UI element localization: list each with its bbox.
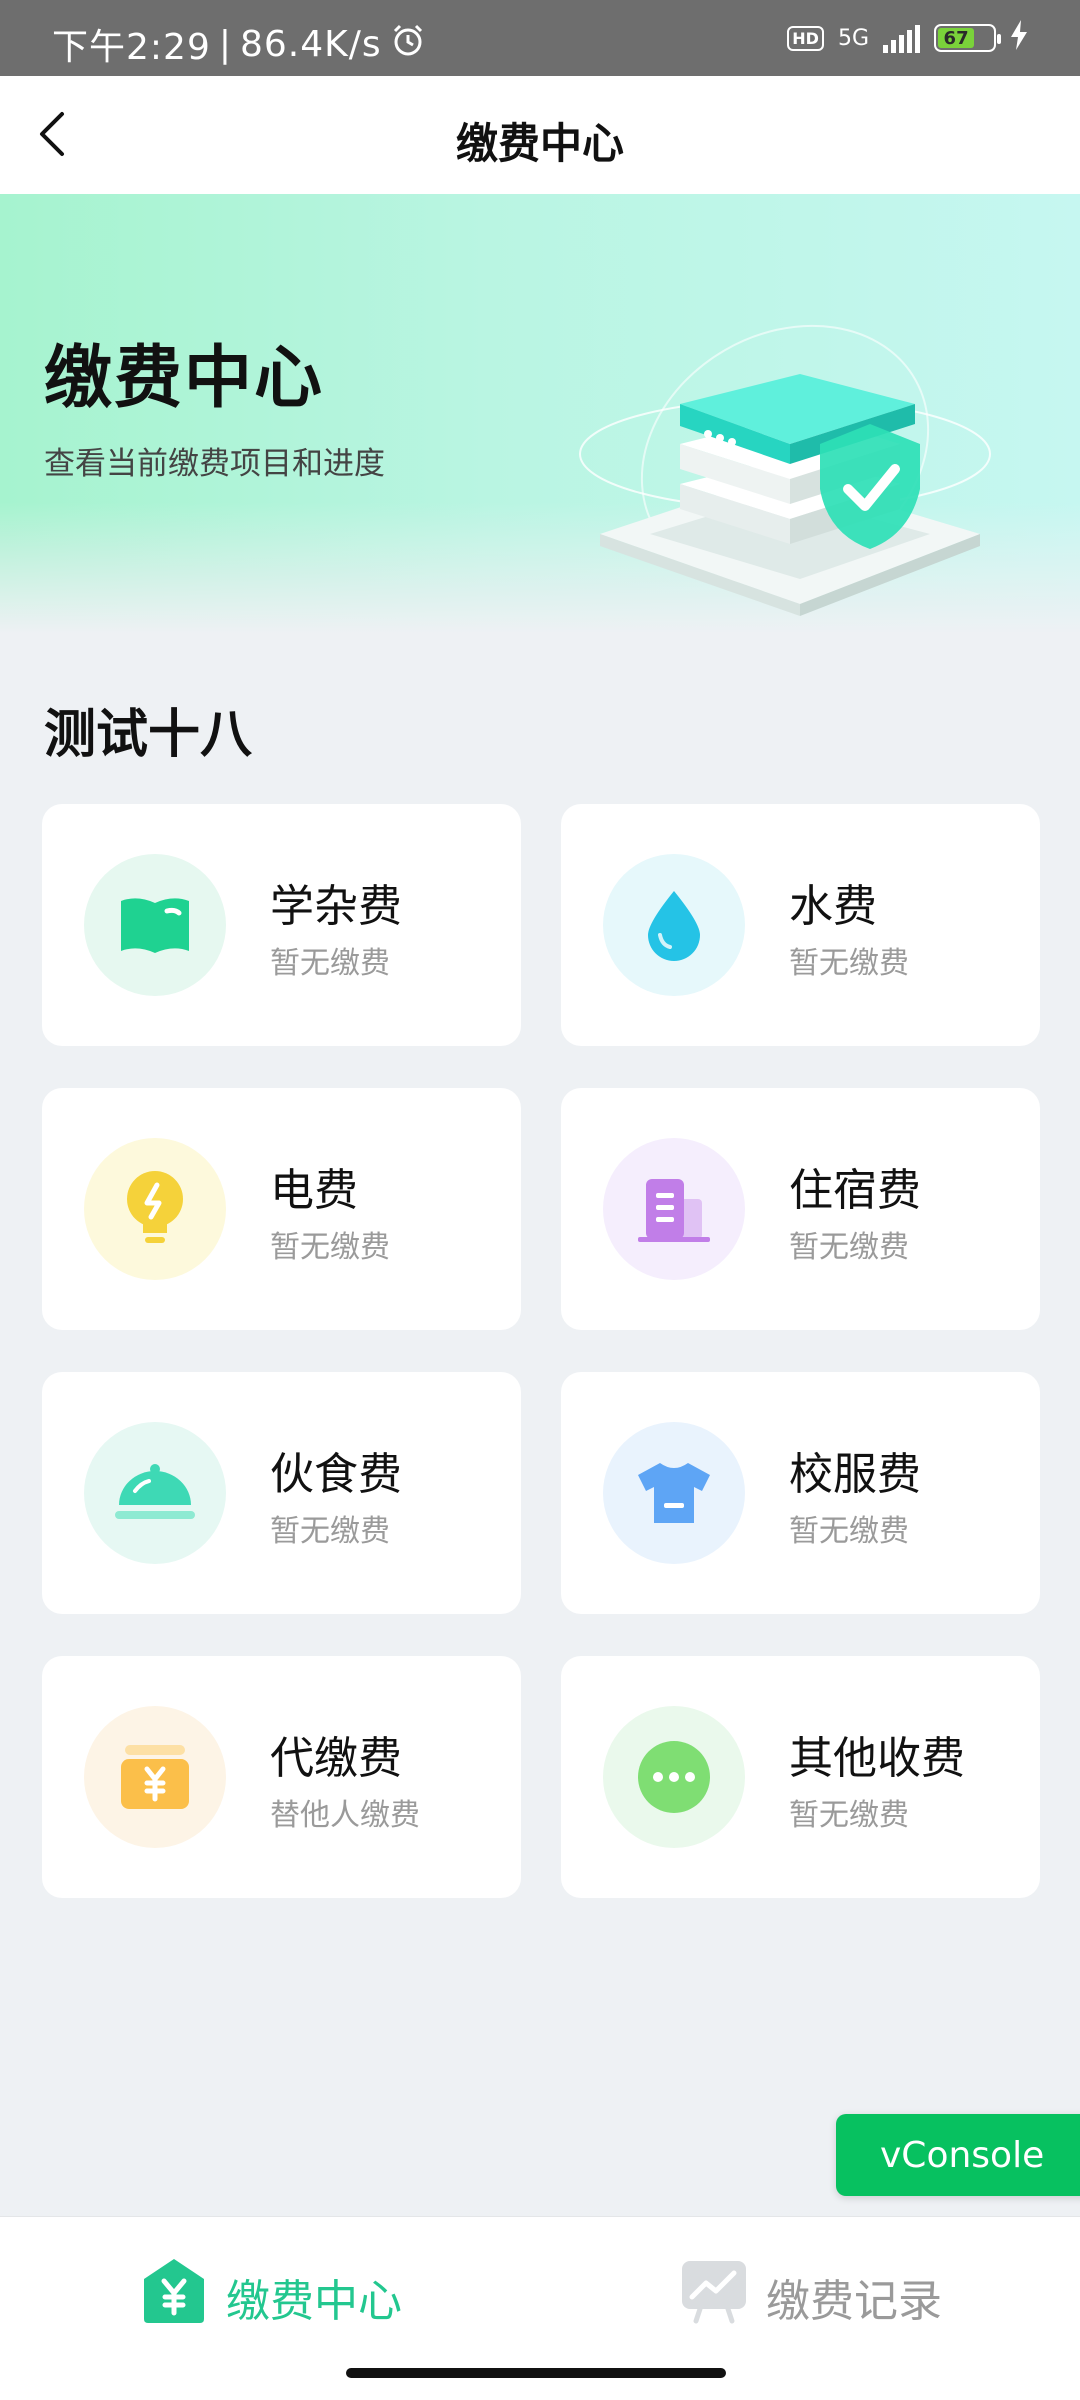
home-indicator[interactable] xyxy=(346,2368,726,2378)
network-type: 5G xyxy=(837,25,869,51)
fee-status: 暂无缴费 xyxy=(789,1798,909,1833)
fee-status: 暂无缴费 xyxy=(789,1230,909,1265)
yen-home-icon xyxy=(140,2257,208,2336)
food-cloche-icon xyxy=(84,1422,226,1564)
tab-payment-center[interactable]: 缴费中心 xyxy=(140,2257,402,2336)
charging-icon xyxy=(1010,20,1028,56)
fee-name: 校服费 xyxy=(789,1449,921,1500)
status-divider: | xyxy=(218,23,232,65)
alarm-icon xyxy=(390,22,426,67)
fee-card-uniform[interactable]: 校服费 暂无缴费 xyxy=(561,1372,1040,1614)
lightbulb-icon xyxy=(84,1138,226,1280)
fee-card-electricity[interactable]: 电费 暂无缴费 xyxy=(42,1088,521,1330)
vconsole-button[interactable]: vConsole xyxy=(836,2114,1080,2196)
tab-label: 缴费中心 xyxy=(226,2275,402,2327)
battery-level: 67 xyxy=(938,28,975,49)
book-icon xyxy=(84,854,226,996)
fee-card-proxy-payment[interactable]: 代缴费 替他人缴费 xyxy=(42,1656,521,1898)
hd-badge: HD xyxy=(787,25,824,51)
battery-icon: 67 xyxy=(934,24,1001,52)
fee-name: 电费 xyxy=(270,1165,358,1216)
tab-payment-records[interactable]: 缴费记录 xyxy=(680,2257,942,2336)
fee-status: 暂无缴费 xyxy=(270,946,390,981)
status-time: 下午2:29 xyxy=(52,27,211,68)
fee-status: 暂无缴费 xyxy=(270,1514,390,1549)
fee-card-water[interactable]: 水费 暂无缴费 xyxy=(561,804,1040,1046)
tab-label: 缴费记录 xyxy=(766,2275,942,2327)
fee-card-dormitory[interactable]: 住宿费 暂无缴费 xyxy=(561,1088,1040,1330)
fee-status: 暂无缴费 xyxy=(789,1514,909,1549)
fee-name: 学杂费 xyxy=(270,881,402,932)
status-left: 下午2:29 | 86.4K/s xyxy=(52,18,426,70)
fee-name: 水费 xyxy=(789,881,877,932)
fee-name: 其他收费 xyxy=(789,1733,965,1784)
chart-record-icon xyxy=(680,2257,748,2336)
water-drop-icon xyxy=(603,854,745,996)
server-shield-illustration xyxy=(570,304,1010,624)
building-icon xyxy=(603,1138,745,1280)
banner-title: 缴费中心 xyxy=(44,339,325,418)
section-title: 测试十八 xyxy=(44,705,253,765)
fee-name: 住宿费 xyxy=(789,1165,921,1216)
fee-status: 替他人缴费 xyxy=(270,1798,420,1833)
fee-grid: 学杂费 暂无缴费 水费 暂无缴费 电费 暂无缴费 住宿费 暂无缴费 伙食费 暂无… xyxy=(42,804,1040,1898)
fee-card-meals[interactable]: 伙食费 暂无缴费 xyxy=(42,1372,521,1614)
banner-subtitle: 查看当前缴费项目和进度 xyxy=(44,446,385,482)
signal-icon xyxy=(883,23,920,53)
nav-bar: 缴费中心 xyxy=(0,76,1080,194)
fee-status: 暂无缴费 xyxy=(270,1230,390,1265)
more-dots-icon xyxy=(603,1706,745,1848)
fee-card-other[interactable]: 其他收费 暂无缴费 xyxy=(561,1656,1040,1898)
yen-card-icon xyxy=(84,1706,226,1848)
fee-status: 暂无缴费 xyxy=(789,946,909,981)
status-right: HD 5G 67 xyxy=(787,20,1028,56)
shirt-icon xyxy=(603,1422,745,1564)
fee-name: 代缴费 xyxy=(270,1733,402,1784)
fee-name: 伙食费 xyxy=(270,1449,402,1500)
status-bar: 下午2:29 | 86.4K/s HD 5G 67 xyxy=(0,0,1080,76)
fee-card-tuition[interactable]: 学杂费 暂无缴费 xyxy=(42,804,521,1046)
status-net-speed: 86.4K/s xyxy=(239,23,382,65)
banner: 缴费中心 查看当前缴费项目和进度 xyxy=(0,194,1080,634)
page-title: 缴费中心 xyxy=(455,119,624,168)
